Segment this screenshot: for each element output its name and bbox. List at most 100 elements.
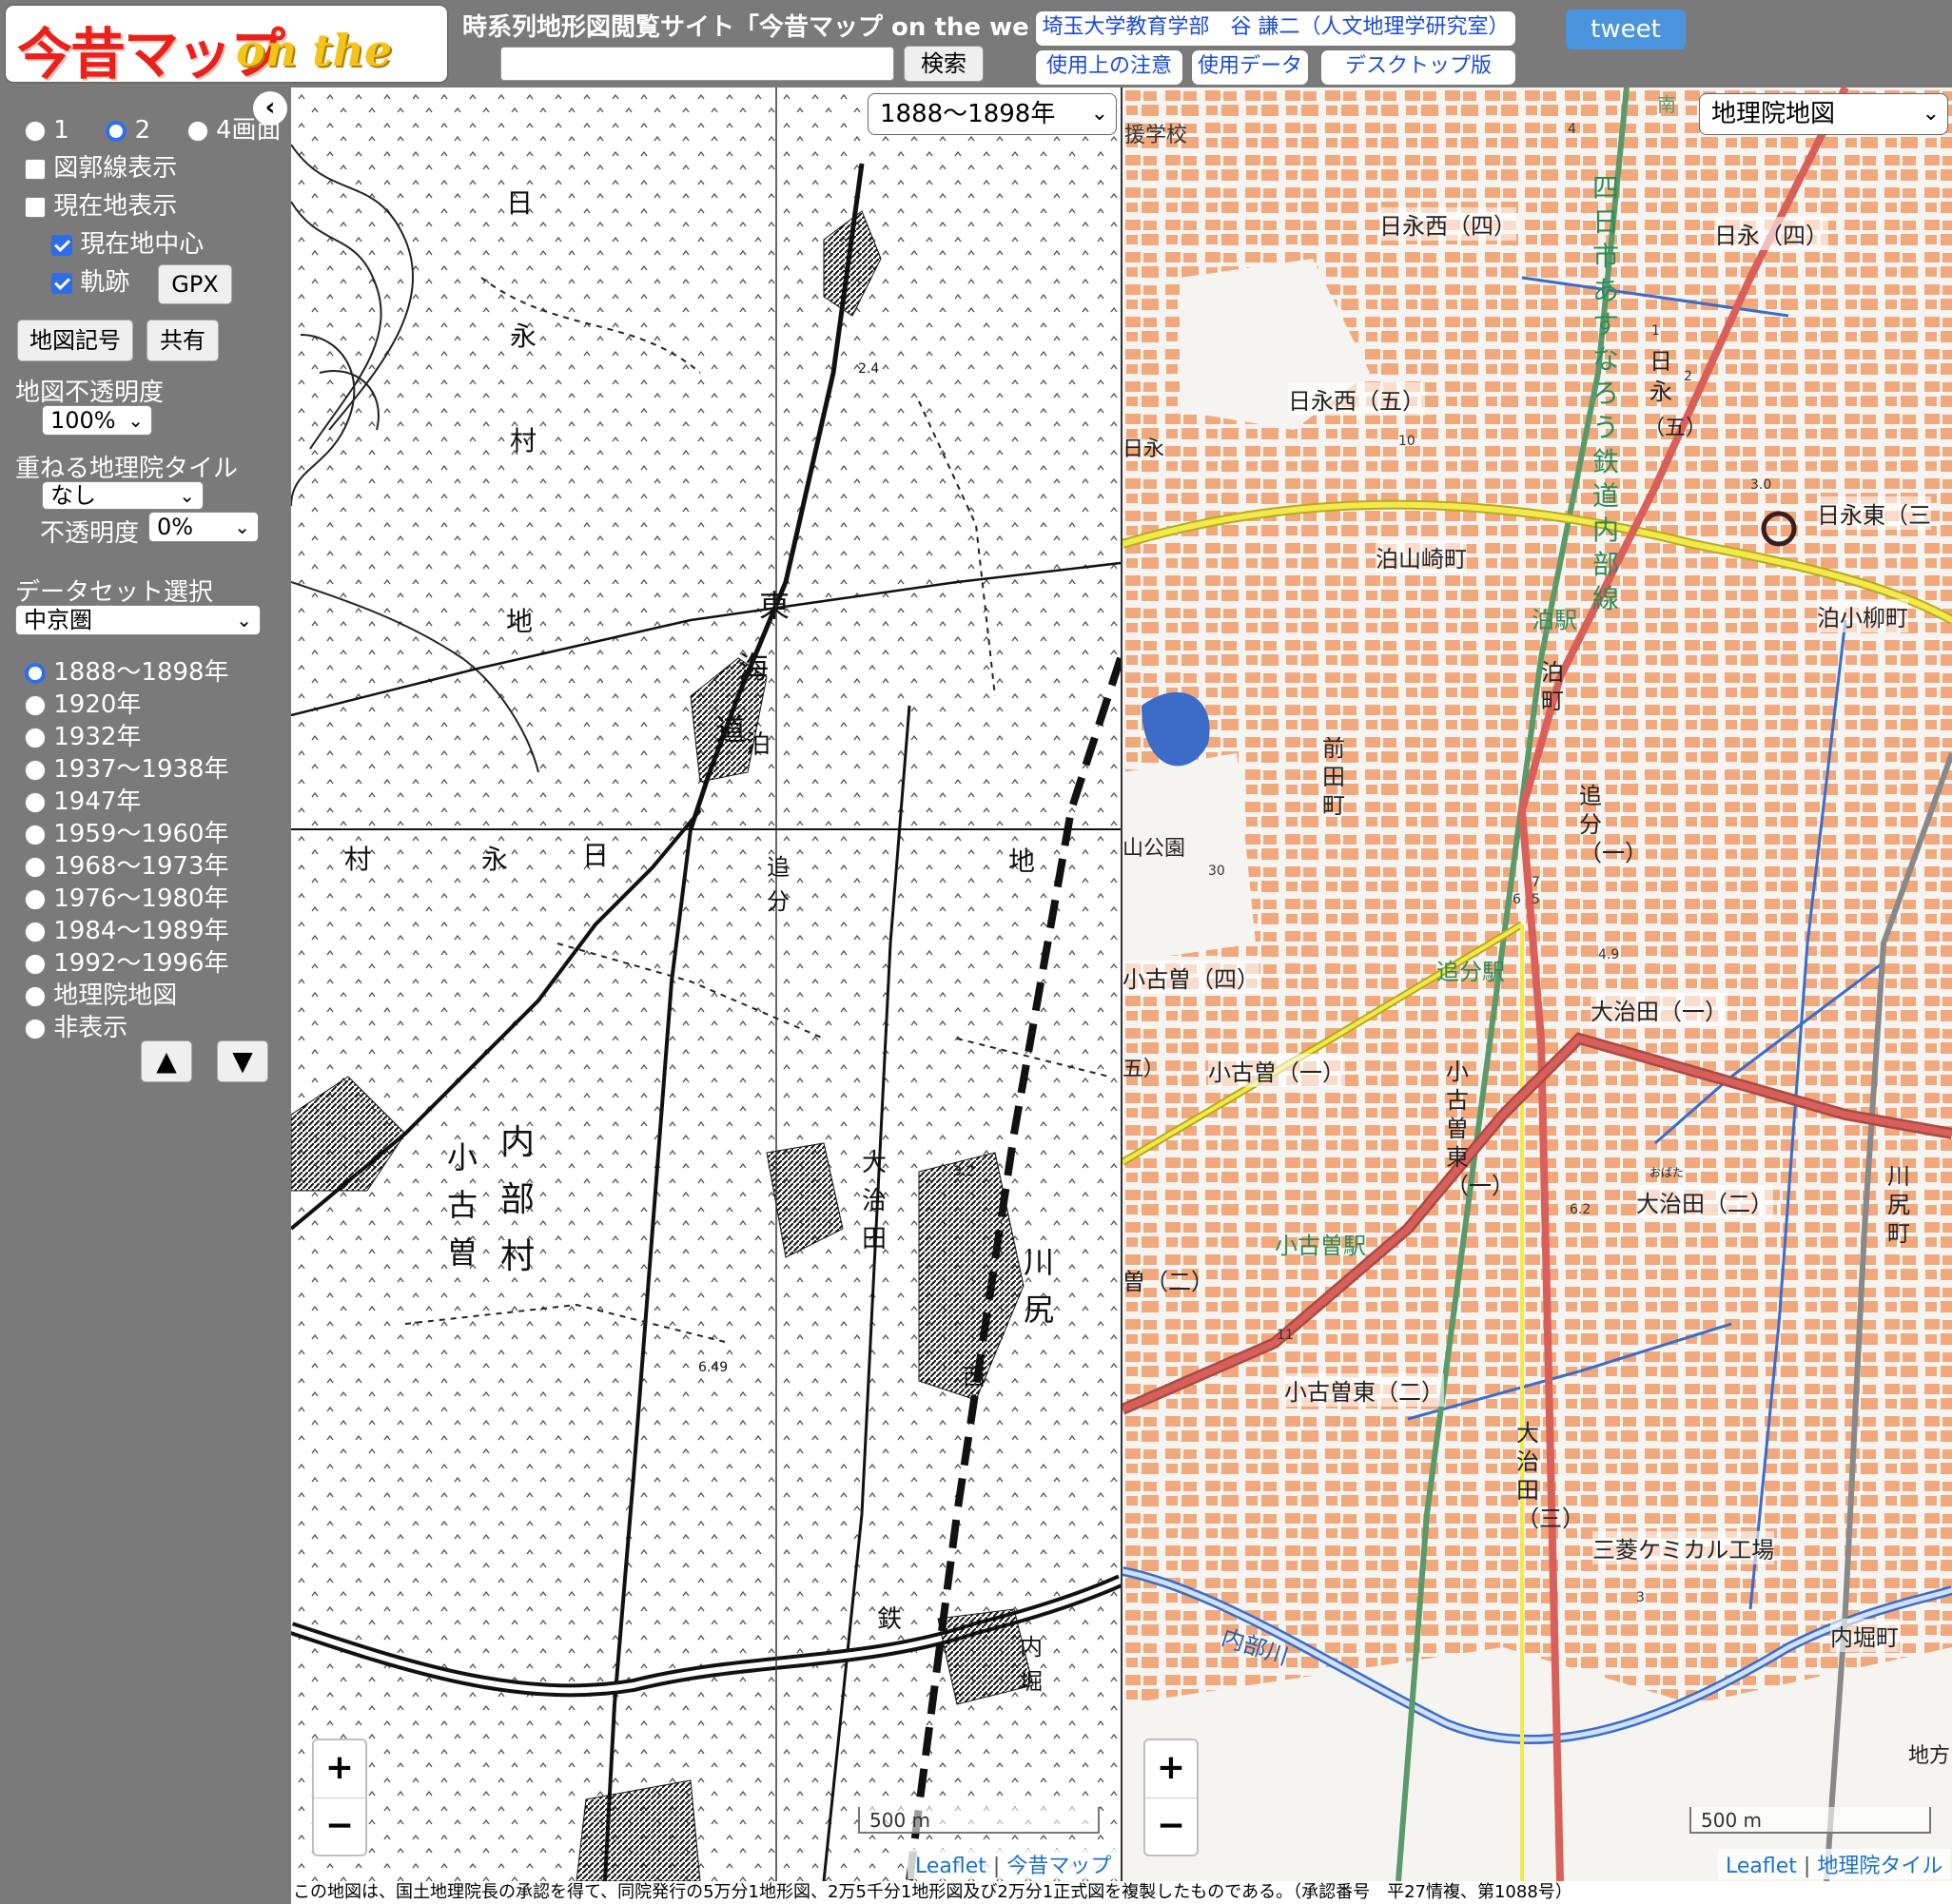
map-opacity-select[interactable]: 100% ⌄ [42, 405, 152, 436]
period-radio[interactable] [25, 856, 46, 878]
move-down-button[interactable]: ▼ [217, 1040, 268, 1082]
screen-1-radio[interactable] [25, 120, 46, 142]
map-legend-button[interactable]: 地図記号 [17, 320, 133, 361]
dataset-select[interactable]: 中京圏 ⌄ [15, 605, 261, 635]
elevation-label: 6.49 [698, 1360, 729, 1375]
elevation-label: 3.0 [1750, 477, 1772, 493]
map-label: 山公園 [1122, 837, 1186, 861]
period-item[interactable]: 1959〜1960年 [25, 814, 229, 849]
overlay-opacity-label: 不透明度 [40, 519, 140, 548]
period-radio[interactable] [25, 985, 46, 1007]
screen-2-radio[interactable] [106, 120, 127, 142]
period-item[interactable]: 1992〜1996年 [25, 943, 229, 979]
period-radio[interactable] [25, 824, 46, 845]
elevation-label: 11 [1277, 1328, 1294, 1343]
current-location-label: 現在地表示 [53, 192, 178, 221]
map-label: 小古曽（一） [1208, 1054, 1345, 1087]
gpx-button[interactable]: GPX [158, 264, 232, 304]
map-label: 村 [344, 844, 372, 875]
period-radio[interactable] [25, 1018, 46, 1039]
zoom-in-button[interactable]: + [314, 1740, 365, 1798]
leaflet-link[interactable]: Leaflet [915, 1855, 986, 1878]
map-label: 鉄 [877, 1605, 903, 1634]
period-radio[interactable] [25, 662, 46, 684]
leaflet-link[interactable]: Leaflet [1726, 1855, 1797, 1878]
map-label: 日 [582, 840, 610, 871]
share-button[interactable]: 共有 [146, 320, 219, 361]
track-checkbox[interactable] [51, 272, 72, 294]
period-radio[interactable] [25, 953, 46, 975]
period-item[interactable]: 1984〜1989年 [25, 911, 229, 946]
period-item[interactable]: 1976〜1980年 [25, 879, 229, 914]
period-radio[interactable] [25, 921, 46, 942]
period-radio[interactable] [25, 759, 46, 781]
map-label: 部 [500, 1180, 536, 1219]
map-label: 村 [510, 425, 537, 457]
caution-link[interactable]: 使用上の注意 [1035, 49, 1183, 86]
overlay-opacity-select[interactable]: 0% ⌄ [148, 512, 259, 542]
attribution-separator: | [1803, 1855, 1811, 1878]
period-item[interactable]: 1937〜1938年 [25, 749, 229, 785]
scale-bar: 500 m [1689, 1807, 1931, 1834]
right-base-select[interactable]: 地理院地図 ⌄ [1699, 93, 1948, 135]
map-label: 地 [1008, 845, 1036, 877]
period-item[interactable]: 1932年 [25, 717, 141, 752]
grid-lines-checkbox[interactable] [25, 158, 46, 180]
center-location-checkbox[interactable] [51, 234, 72, 256]
historic-map-pane[interactable]: 日 永 村 地 東 海 道 泊 追 分 日 永 村 地 内 部 村 小 古 曽 … [291, 87, 1121, 1881]
site-logo[interactable]: 今昔マップ on the web [6, 6, 447, 82]
period-item[interactable]: 1920年 [25, 685, 141, 720]
screen-4-radio[interactable] [186, 120, 208, 142]
map-label: 三菱ケミカル工場 [1592, 1531, 1775, 1564]
period-item[interactable]: 地理院地図 [25, 976, 177, 1011]
center-location-option[interactable]: 現在地中心 [51, 224, 204, 260]
gsi-tile-link[interactable]: 地理院タイル [1817, 1855, 1942, 1878]
grid-lines-option[interactable]: 図郭線表示 [25, 148, 177, 184]
current-location-option[interactable]: 現在地表示 [25, 186, 177, 222]
map-label: 村 [500, 1237, 536, 1276]
move-up-button[interactable]: ▲ [141, 1040, 192, 1082]
period-label: 1992〜1996年 [53, 949, 229, 978]
elevation-label: 5 [1532, 892, 1540, 907]
gsi-map-pane[interactable]: 援学校 南 日永西（四） 日永（四） 四日市あすなろう鉄道内部線 日永西（五） … [1122, 87, 1952, 1881]
period-item[interactable]: 非表示 [25, 1008, 127, 1043]
data-link[interactable]: 使用データ [1191, 49, 1309, 86]
elevation-label: 6.2 [1570, 1202, 1591, 1217]
map-label: 曽 [447, 1234, 478, 1271]
konjaku-link[interactable]: 今昔マップ [1006, 1855, 1111, 1878]
period-radio[interactable] [25, 888, 46, 910]
map-label: 前田町 [1322, 735, 1345, 819]
search-input[interactable] [500, 47, 894, 81]
map-label: 泊山崎町 [1376, 540, 1467, 573]
period-item[interactable]: 1947年 [25, 782, 141, 817]
desktop-link[interactable]: デスクトップ版 [1320, 49, 1516, 86]
author-link[interactable]: 埼玉大学教育学部 谷 謙二（人文地理学研究室） [1035, 10, 1516, 47]
current-location-checkbox[interactable] [25, 196, 46, 218]
map-label: 小 [447, 1139, 478, 1175]
tweet-button[interactable]: tweet [1566, 10, 1686, 49]
period-item[interactable]: 1968〜1973年 [25, 846, 229, 882]
site-title: 時系列地形図閲覧サイト「今昔マップ on the web」 [462, 13, 1031, 42]
period-radio[interactable] [25, 791, 46, 813]
map-label: 海 [738, 650, 770, 686]
map-label: 内堀町 [1830, 1619, 1899, 1652]
map-label: 南 [1657, 93, 1676, 116]
period-item[interactable]: 1888〜1898年 [25, 652, 229, 688]
map-opacity-value: 100% [50, 407, 116, 434]
left-period-select[interactable]: 1888〜1898年 ⌄ [868, 93, 1117, 135]
zoom-out-button[interactable]: − [1145, 1798, 1197, 1855]
map-label: 日永東（三 [1817, 496, 1931, 530]
zoom-out-button[interactable]: − [314, 1798, 365, 1855]
overlay-opacity-value: 0% [157, 514, 194, 540]
map-label: 日永（四） [1714, 217, 1828, 250]
period-radio[interactable] [25, 727, 46, 748]
elevation-label: 1 [1651, 323, 1660, 339]
attribution-separator: | [992, 1855, 1001, 1878]
search-button[interactable]: 検索 [904, 46, 984, 82]
zoom-in-button[interactable]: + [1145, 1740, 1197, 1798]
screen-1-label: 1 [53, 116, 69, 145]
track-option[interactable]: 軌跡 [51, 262, 129, 298]
chevron-down-icon: ⌄ [234, 515, 250, 538]
overlay-tile-select[interactable]: なし ⌄ [42, 481, 204, 510]
period-radio[interactable] [25, 694, 46, 716]
